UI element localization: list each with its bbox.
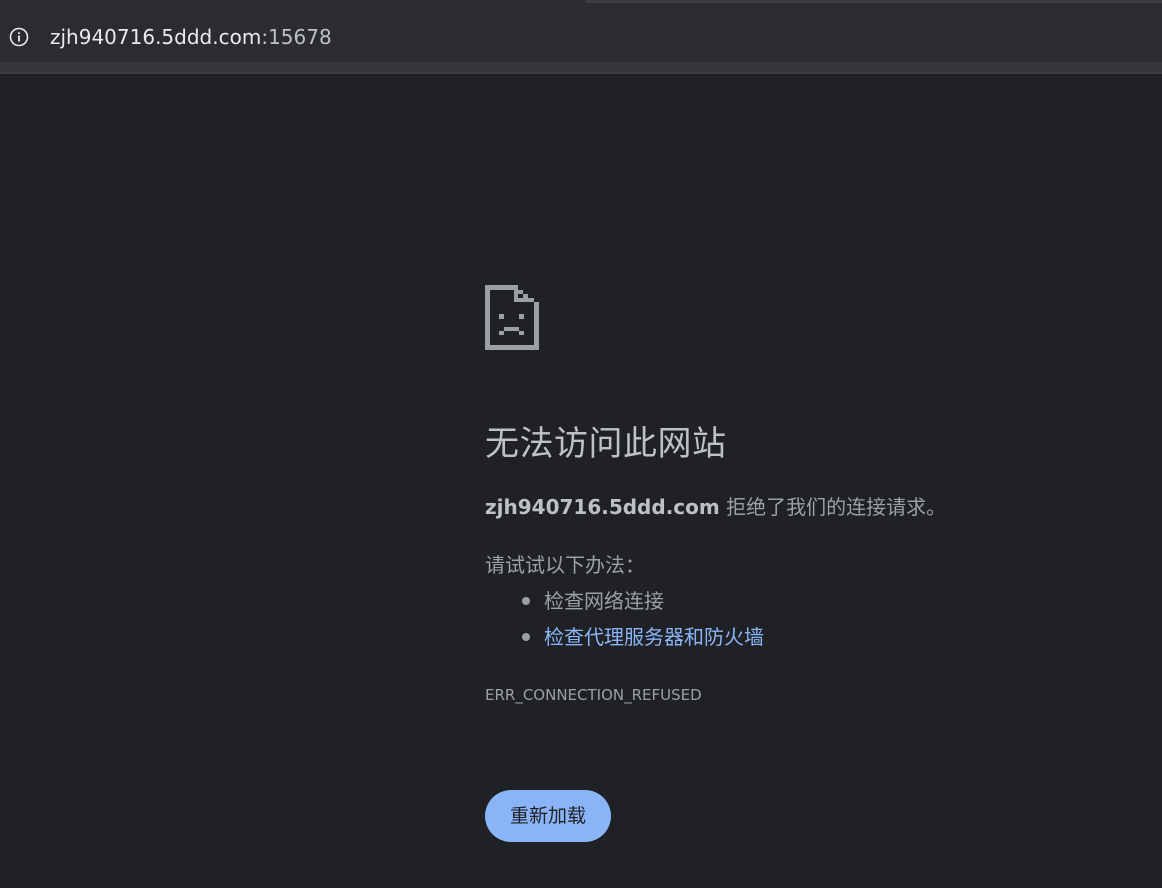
reload-button[interactable]: 重新加载 — [485, 790, 611, 842]
suggestions-list: 检查网络连接 检查代理服务器和防火墙 — [485, 587, 764, 659]
suggestions-heading: 请试试以下办法： — [485, 553, 645, 577]
address-bar[interactable]: zjh940716.5ddd.com:15678 — [0, 12, 1162, 62]
tab-edge — [586, 0, 1162, 3]
error-message: zjh940716.5ddd.com 拒绝了我们的连接请求。 — [485, 493, 946, 521]
url-port: :15678 — [261, 25, 332, 49]
browser-toolbar: zjh940716.5ddd.com:15678 — [0, 0, 1162, 74]
url-host: zjh940716.5ddd.com — [50, 25, 262, 49]
check-proxy-firewall-link[interactable]: 检查代理服务器和防火墙 — [544, 625, 764, 649]
toolbar-divider — [0, 72, 1162, 74]
error-code: ERR_CONNECTION_REFUSED — [485, 686, 702, 704]
error-host: zjh940716.5ddd.com — [485, 495, 720, 519]
error-message-suffix: 拒绝了我们的连接请求。 — [719, 495, 947, 519]
bullet-icon — [522, 633, 530, 641]
suggestion-check-proxy: 检查代理服务器和防火墙 — [485, 623, 764, 659]
suggestion-label: 检查网络连接 — [544, 589, 664, 613]
error-title: 无法访问此网站 — [485, 424, 727, 464]
suggestion-check-network: 检查网络连接 — [485, 587, 764, 623]
url-text[interactable]: zjh940716.5ddd.com:15678 — [50, 24, 332, 50]
info-icon[interactable] — [9, 27, 29, 47]
sad-document-icon — [485, 285, 539, 350]
bullet-icon — [522, 597, 530, 605]
